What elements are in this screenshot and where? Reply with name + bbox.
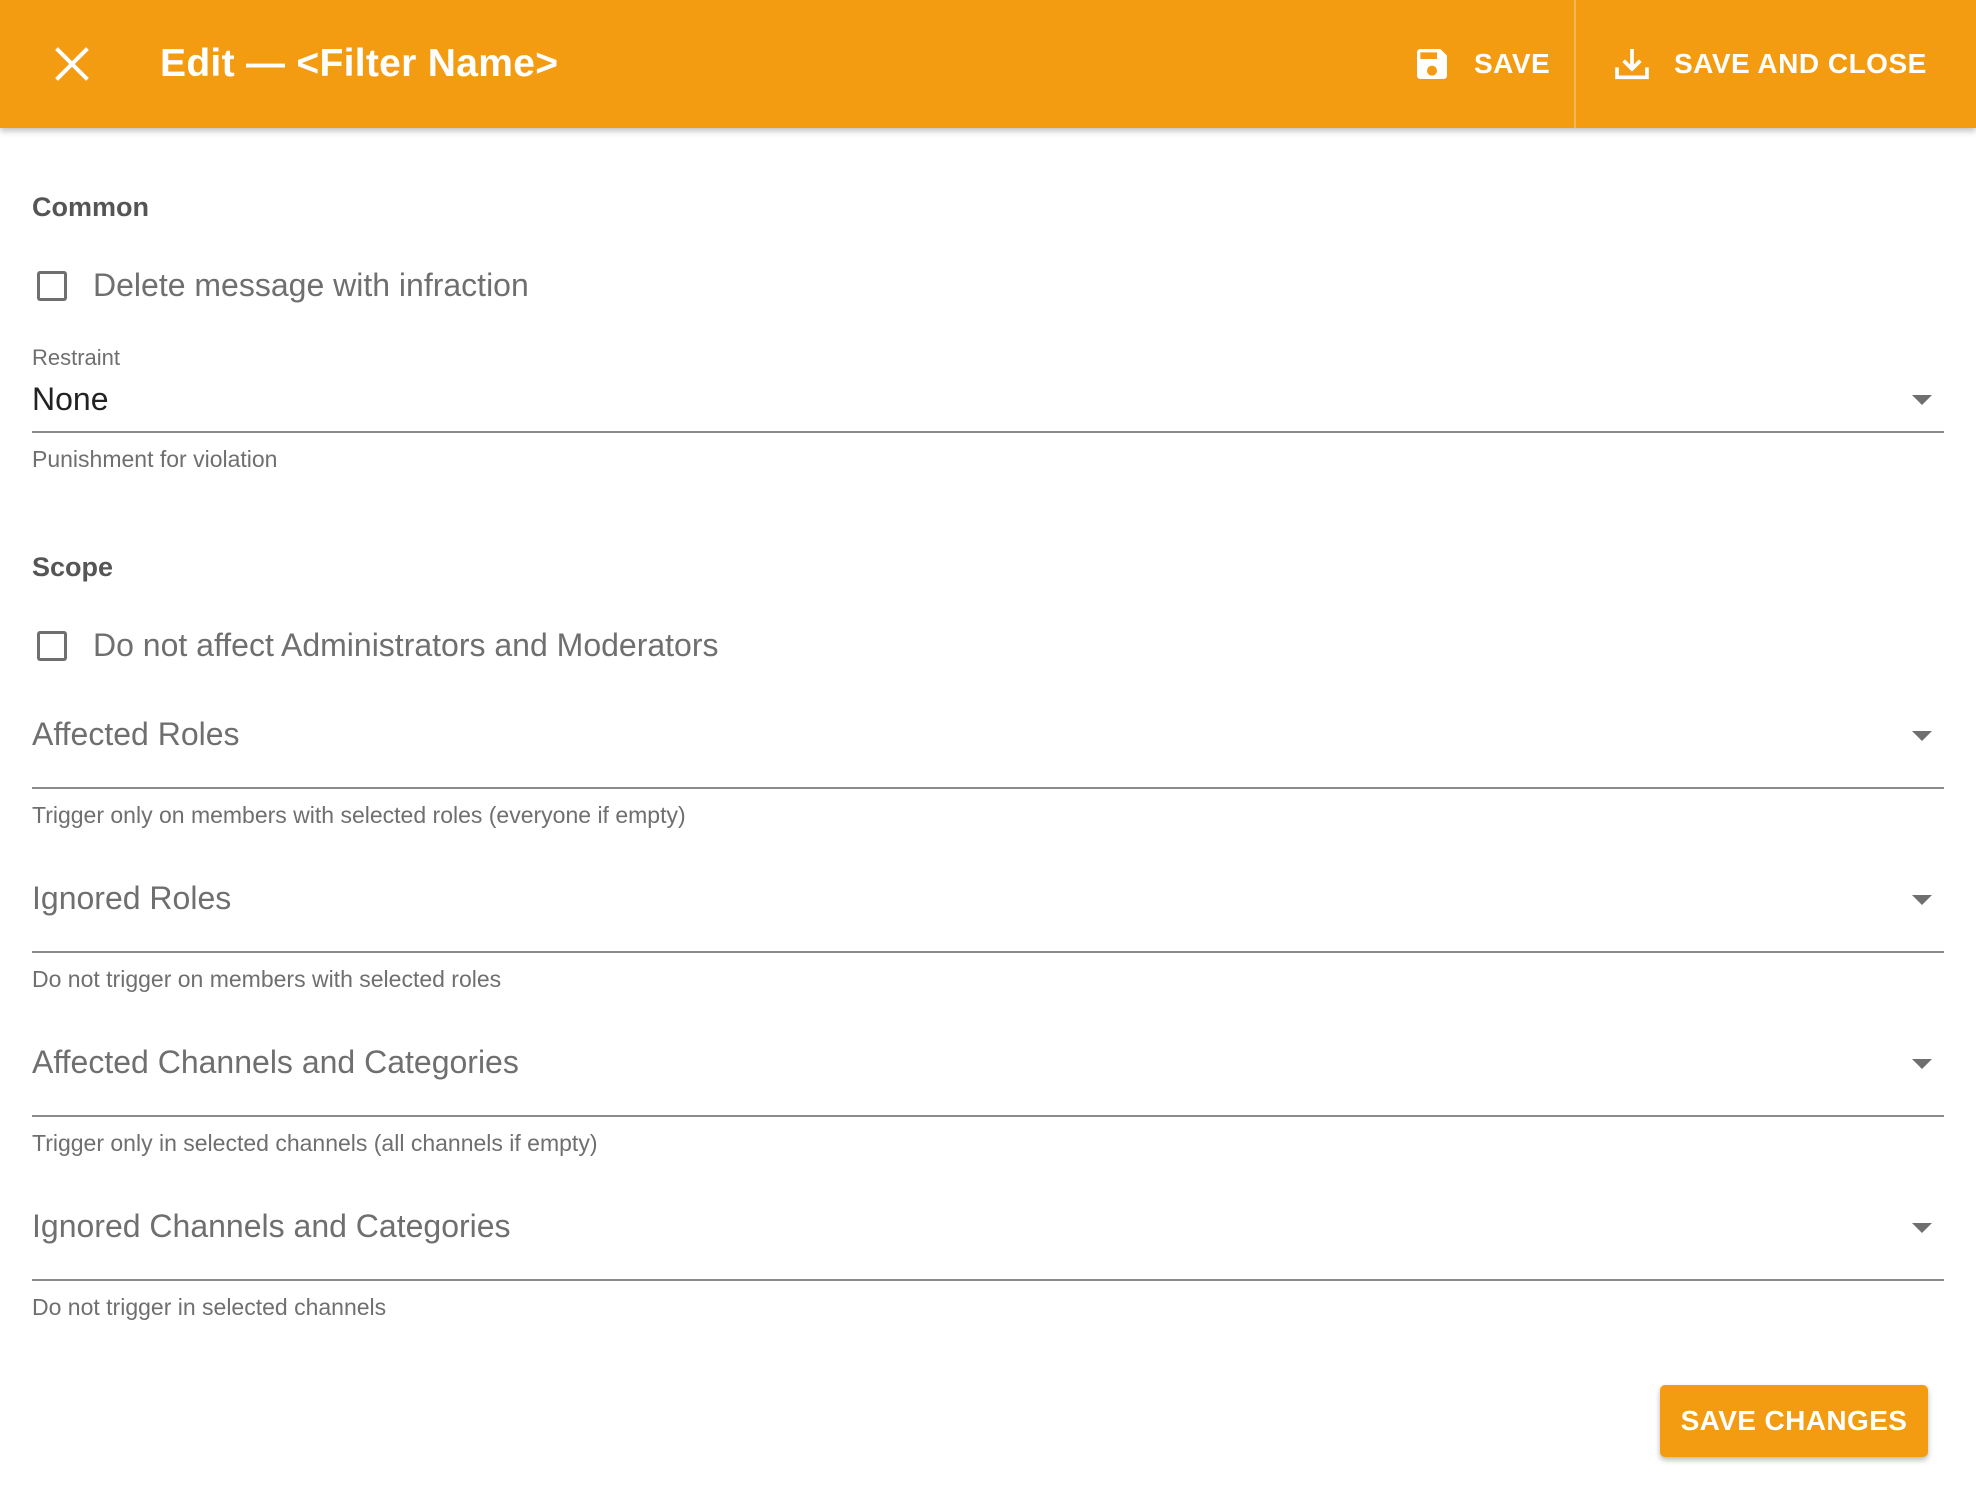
filter-edit-dialog: Edit — <Filter Name> SAVE SAVE AND CLOSE…: [0, 0, 1976, 1512]
section-title-common: Common: [32, 192, 149, 222]
ignored-roles-underline: [32, 951, 1944, 953]
affected-channels-placeholder: Affected Channels and Categories: [32, 1044, 519, 1080]
delete-message-label: Delete message with infraction: [93, 267, 529, 303]
affected-roles-underline: [32, 787, 1944, 789]
save-button[interactable]: SAVE: [1412, 0, 1550, 128]
exclude-mods-checkbox-row[interactable]: Do not affect Administrators and Moderat…: [37, 627, 719, 664]
page-title: Edit — <Filter Name>: [160, 42, 559, 85]
restraint-label: Restraint: [32, 345, 121, 370]
save-and-close-button[interactable]: SAVE AND CLOSE: [1612, 0, 1927, 128]
affected-channels-select[interactable]: Affected Channels and Categories: [32, 1038, 1944, 1118]
close-icon: [55, 47, 89, 81]
section-title-scope: Scope: [32, 552, 114, 582]
delete-message-checkbox-row[interactable]: Delete message with infraction: [37, 267, 529, 304]
ignored-roles-helper: Do not trigger on members with selected …: [32, 966, 502, 992]
affected-channels-underline: [32, 1115, 1944, 1117]
ignored-channels-select[interactable]: Ignored Channels and Categories: [32, 1202, 1944, 1282]
toolbar-divider: [1574, 0, 1576, 128]
affected-roles-select[interactable]: Affected Roles: [32, 710, 1944, 790]
chevron-down-icon: [1912, 395, 1932, 405]
download-tray-icon: [1612, 44, 1652, 84]
restraint-helper: Punishment for violation: [32, 446, 278, 472]
toolbar: Edit — <Filter Name> SAVE SAVE AND CLOSE: [0, 0, 1976, 128]
save-button-label: SAVE: [1474, 48, 1551, 79]
ignored-roles-select[interactable]: Ignored Roles: [32, 874, 1944, 954]
ignored-channels-placeholder: Ignored Channels and Categories: [32, 1208, 511, 1244]
affected-channels-helper: Trigger only in selected channels (all c…: [32, 1130, 598, 1156]
save-and-close-label: SAVE AND CLOSE: [1674, 48, 1927, 79]
restraint-select[interactable]: Restraint None: [32, 345, 1944, 435]
ignored-roles-placeholder: Ignored Roles: [32, 880, 232, 916]
chevron-down-icon: [1912, 731, 1932, 741]
restraint-value: None: [32, 381, 109, 417]
affected-roles-helper: Trigger only on members with selected ro…: [32, 802, 686, 828]
exclude-mods-checkbox[interactable]: [37, 630, 67, 661]
save-changes-button[interactable]: SAVE CHANGES: [1660, 1385, 1928, 1457]
floppy-disk-icon: [1412, 44, 1452, 84]
ignored-channels-underline: [32, 1279, 1944, 1281]
restraint-underline: [32, 431, 1944, 433]
close-button[interactable]: [38, 30, 106, 98]
chevron-down-icon: [1912, 1059, 1932, 1069]
chevron-down-icon: [1912, 1223, 1932, 1233]
delete-message-checkbox[interactable]: [37, 270, 67, 301]
ignored-channels-helper: Do not trigger in selected channels: [32, 1294, 387, 1320]
exclude-mods-label: Do not affect Administrators and Moderat…: [93, 627, 719, 663]
affected-roles-placeholder: Affected Roles: [32, 716, 240, 752]
chevron-down-icon: [1912, 895, 1932, 905]
